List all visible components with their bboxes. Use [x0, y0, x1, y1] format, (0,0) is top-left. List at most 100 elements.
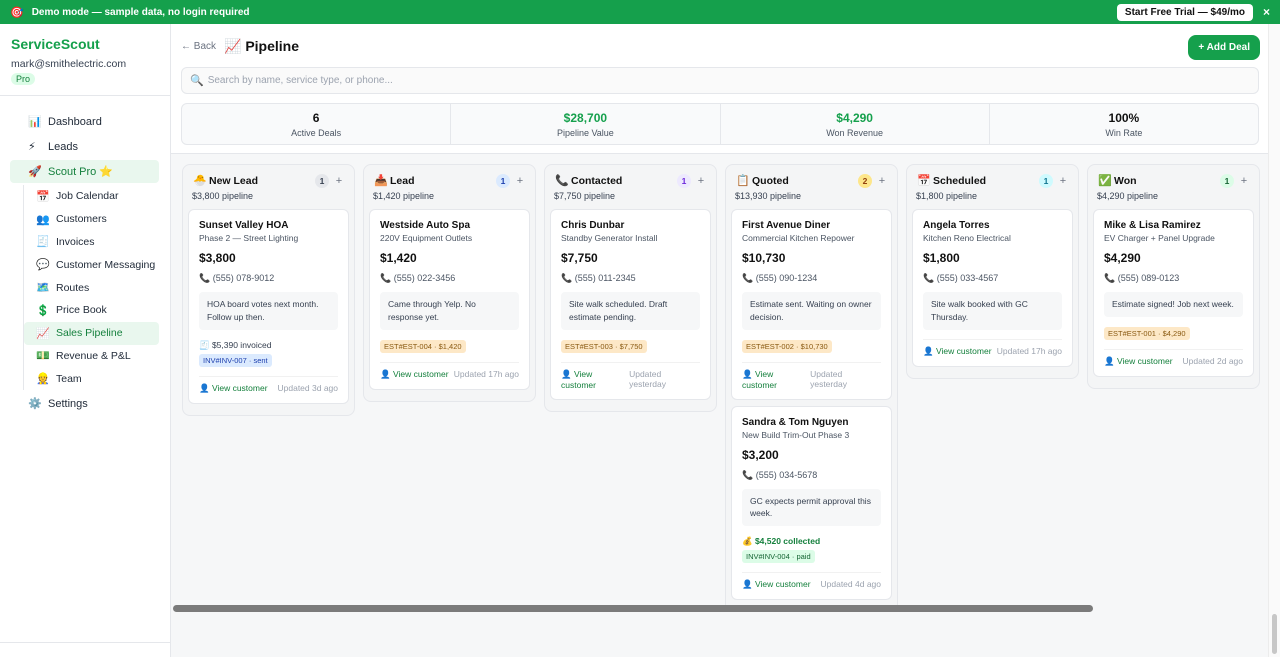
- sidebar-item-routes[interactable]: 🗺️ Routes: [24, 276, 159, 299]
- deal-phone: 📞 (555) 033-4567: [923, 273, 999, 283]
- estimate-badge: EST#EST-004 · $1,420: [380, 339, 466, 353]
- deal-service: New Build Trim-Out Phase 3: [742, 429, 850, 440]
- deal-card[interactable]: Angela Torres Kitchen Reno Electrical $1…: [912, 209, 1073, 367]
- deal-card[interactable]: Mike & Lisa Ramirez EV Charger + Panel U…: [1093, 209, 1254, 377]
- sidebar-item-price-book[interactable]: 💲 Price Book: [24, 299, 159, 322]
- sidebar-item-revenue-pl[interactable]: 💵 Revenue & P&L: [24, 345, 159, 368]
- stat-label: Active Deals: [291, 128, 342, 138]
- sidebar-item-job-calendar[interactable]: 📅 Job Calendar: [24, 185, 159, 208]
- search-bar[interactable]: 🔍: [181, 67, 1259, 94]
- back-link[interactable]: ← Back: [181, 41, 216, 52]
- sidebar-item-settings[interactable]: ⚙️ Settings: [10, 392, 159, 415]
- deal-card[interactable]: Sandra & Tom Nguyen New Build Trim-Out P…: [731, 405, 892, 600]
- deal-footer: 👤 View customer Updated 17h ago: [380, 361, 519, 380]
- page-header: ← Back 📈 Pipeline + Add Deal 🔍 6 Active …: [171, 24, 1268, 154]
- deal-phone: 📞 (555) 089-0123: [1104, 273, 1180, 283]
- search-input[interactable]: [207, 75, 1108, 86]
- column-title: Scheduled: [933, 174, 987, 187]
- deal-phone: 📞 (555) 011-2345: [561, 273, 636, 283]
- add-deal-button[interactable]: + Add Deal: [1188, 35, 1260, 60]
- sidebar-item-sales-pipeline[interactable]: 📈 Sales Pipeline: [24, 321, 159, 345]
- scrollbar-thumb[interactable]: [173, 605, 1093, 612]
- add-card-button[interactable]: +: [329, 175, 349, 187]
- deal-amount: $4,290: [1104, 251, 1141, 265]
- view-customer-link[interactable]: 👤 View customer: [561, 369, 629, 390]
- stat-win-rate: 100% Win Rate: [990, 104, 1258, 144]
- column-header: 🐣 New Lead 1 +: [188, 171, 349, 190]
- column-count-badge: 1: [315, 173, 329, 188]
- sidebar-item-scout-pro[interactable]: 🚀 Scout Pro ⭐: [10, 160, 159, 183]
- deal-updated: Updated yesterday: [629, 368, 666, 389]
- sidebar-item-invoices[interactable]: 🧾 Invoices: [24, 231, 159, 254]
- add-card-button[interactable]: +: [1053, 175, 1073, 187]
- deal-title: First Avenue Diner: [742, 220, 831, 231]
- horizontal-scrollbar[interactable]: [171, 605, 1268, 613]
- deal-title: Mike & Lisa Ramirez: [1104, 220, 1201, 231]
- sidebar-item-team[interactable]: 👷 Team: [24, 367, 159, 390]
- view-customer-link[interactable]: 👤 View customer: [742, 579, 811, 590]
- sidebar-item-leads[interactable]: ⚡ Leads: [10, 135, 159, 158]
- deal-card[interactable]: Sunset Valley HOA Phase 2 — Street Light…: [188, 209, 349, 404]
- deal-card[interactable]: Chris Dunbar Standby Generator Install $…: [550, 209, 711, 400]
- inbox-icon: 📥: [374, 175, 388, 187]
- view-customer-link[interactable]: 👤 View customer: [380, 369, 449, 380]
- view-customer-link[interactable]: 👤 View customer: [1104, 356, 1173, 367]
- deal-card[interactable]: Westside Auto Spa 220V Equipment Outlets…: [369, 209, 530, 390]
- estimate-badge: EST#EST-002 · $10,730: [742, 339, 832, 353]
- deal-card[interactable]: First Avenue Diner Commercial Kitchen Re…: [731, 209, 892, 400]
- estimate-badge: EST#EST-003 · $7,750: [561, 339, 647, 353]
- deal-note: GC expects permit approval this week.: [742, 488, 881, 526]
- money-icon: 💵: [36, 350, 50, 363]
- sidebar-item-label: Routes: [56, 281, 90, 294]
- stat-won-revenue: $4,290 Won Revenue: [721, 104, 990, 144]
- column-header: ✅ Won 1 +: [1093, 171, 1254, 190]
- add-card-button[interactable]: +: [872, 175, 892, 187]
- stat-value: $4,290: [836, 111, 873, 125]
- sidebar-item-label: Sales Pipeline: [56, 327, 123, 340]
- sidebar-footer-divider: [0, 642, 171, 643]
- view-customer-link[interactable]: 👤 View customer: [199, 383, 268, 394]
- sidebar: ServiceScout mark@smithelectric.com Pro …: [0, 24, 171, 657]
- deal-service: Standby Generator Install: [561, 233, 658, 243]
- add-card-button[interactable]: +: [1234, 175, 1254, 187]
- column-quoted: 📋 Quoted 2 + $13,930 pipeline First Aven…: [725, 164, 898, 612]
- column-count-badge: 2: [858, 173, 872, 188]
- scout-pro-submenu: 📅 Job Calendar 👥 Customers 🧾 Invoices 💬 …: [23, 185, 170, 391]
- add-card-button[interactable]: +: [510, 175, 530, 187]
- sidebar-item-label: Settings: [48, 397, 88, 410]
- deal-title: Westside Auto Spa: [380, 220, 471, 231]
- sidebar-item-dashboard[interactable]: 📊 Dashboard: [10, 110, 159, 133]
- worker-icon: 👷: [36, 373, 50, 386]
- sidebar-item-label: Price Book: [56, 304, 107, 317]
- sidebar-item-label: Job Calendar: [56, 190, 119, 203]
- start-trial-button[interactable]: Start Free Trial — $49/mo: [1116, 3, 1253, 21]
- sidebar-item-customers[interactable]: 👥 Customers: [24, 208, 159, 231]
- column-header: 📋 Quoted 2 +: [731, 171, 892, 190]
- column-title: Quoted: [752, 174, 789, 187]
- vertical-scrollbar[interactable]: [1268, 24, 1280, 657]
- check-icon: ✅: [1098, 175, 1112, 187]
- sidebar-item-customer-messaging[interactable]: 💬 Customer Messaging: [24, 253, 159, 276]
- deal-phone: 📞 (555) 034-5678: [742, 469, 818, 480]
- brand-name[interactable]: ServiceScout: [11, 36, 159, 52]
- brand-block: ServiceScout mark@smithelectric.com Pro: [0, 24, 170, 96]
- deal-title: Sandra & Tom Nguyen: [742, 416, 849, 428]
- sidebar-nav: 📊 Dashboard ⚡ Leads 🚀 Scout Pro ⭐ 📅 Job …: [0, 96, 170, 415]
- invoice-badge: INV#INV-004 · paid: [742, 550, 815, 563]
- scrollbar-thumb[interactable]: [1272, 614, 1277, 654]
- view-customer-link[interactable]: 👤 View customer: [923, 346, 992, 357]
- view-customer-link[interactable]: 👤 View customer: [742, 369, 810, 390]
- deal-service: 220V Equipment Outlets: [380, 233, 473, 243]
- column-title: Lead: [390, 174, 415, 187]
- column-new-lead: 🐣 New Lead 1 + $3,800 pipeline Sunset Va…: [182, 164, 355, 416]
- invoice-badge: INV#INV-007 · sent: [199, 353, 272, 367]
- column-pipeline-total: $1,420 pipeline: [373, 191, 435, 201]
- deal-updated: Updated 4d ago: [820, 579, 882, 589]
- receipt-icon: 🧾: [36, 236, 50, 249]
- stat-active-deals: 6 Active Deals: [182, 104, 452, 144]
- add-card-button[interactable]: +: [691, 175, 711, 187]
- sidebar-item-label: Customer Messaging: [56, 258, 156, 271]
- close-icon[interactable]: ×: [1263, 5, 1270, 19]
- calendar-icon: 📅: [917, 175, 931, 187]
- stat-label: Won Revenue: [826, 128, 884, 138]
